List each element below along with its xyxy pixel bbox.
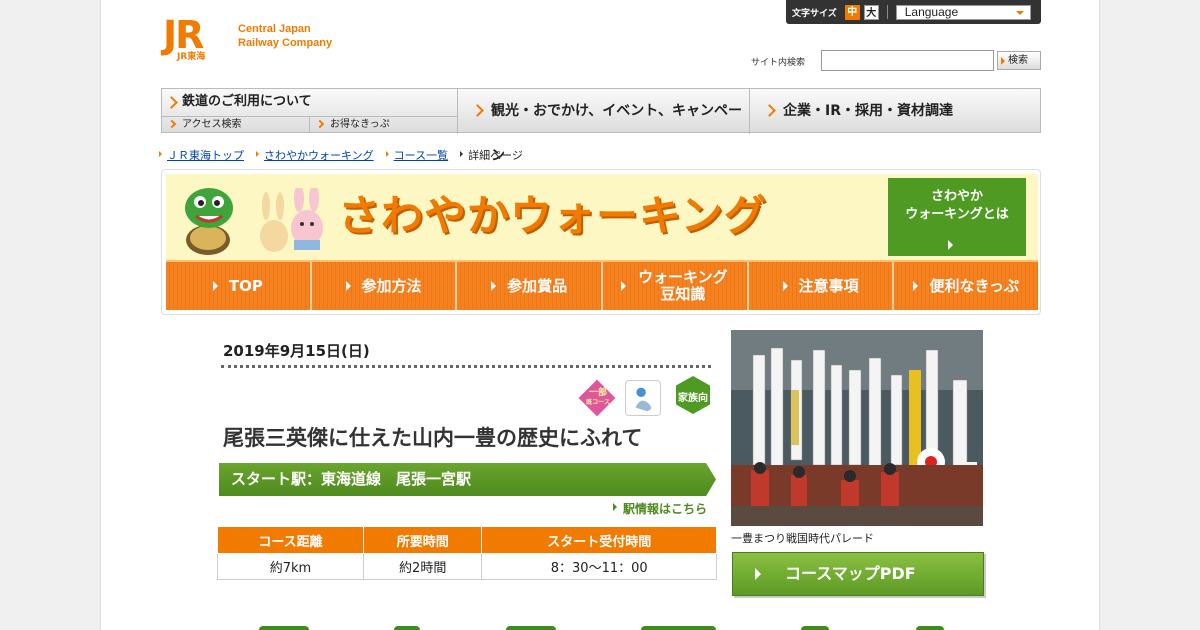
nav-tourism[interactable]: 観光・おでかけ、イベント、キャンペーン bbox=[459, 89, 750, 164]
walking-nav-tickets[interactable]: 便利なきっぷ bbox=[894, 262, 1039, 310]
chevron-right-icon bbox=[471, 104, 484, 117]
site-search-input[interactable] bbox=[821, 50, 994, 71]
walking-nav-tips-label: ウォーキング豆知識 bbox=[638, 268, 728, 303]
chevron-right-icon bbox=[165, 96, 178, 109]
header-start-time: スタート受付時間 bbox=[481, 526, 717, 554]
bottom-icon-partial bbox=[394, 626, 420, 630]
table-header-row: コース距離 所要時間 スタート受付時間 bbox=[217, 526, 717, 554]
breadcrumb: ＪＲ東海トップ さわやかウォーキング コース一覧 詳細ページ bbox=[159, 147, 523, 163]
table-row: 約7km 約2時間 8：30～11：00 bbox=[217, 553, 717, 580]
jr-central-logo[interactable]: JR JR東海 Central Japan Railway Company bbox=[163, 16, 353, 64]
course-map-pdf-button[interactable]: コースマップPDF bbox=[732, 552, 984, 596]
chevron-right-icon bbox=[167, 119, 177, 129]
header-distance: コース距離 bbox=[217, 526, 364, 554]
course-info-table: コース距離 所要時間 スタート受付時間 約7km 約2時間 8：30～11：00 bbox=[217, 526, 717, 580]
nav-railway-group: 鉄道のご利用について アクセス検索 お得なきっぷ bbox=[162, 89, 458, 134]
walking-nav-how-to-join-label: 参加方法 bbox=[361, 276, 422, 295]
nav-corporate-label: 企業・IR・採用・資材調達 bbox=[783, 103, 953, 119]
bottom-icon-partial bbox=[259, 626, 309, 630]
value-start-time: 8：30～11：00 bbox=[481, 553, 717, 580]
badge-partial-line1: 一部 bbox=[588, 388, 607, 398]
font-size-medium-button[interactable]: 中 bbox=[844, 4, 860, 20]
page: JR JR東海 Central Japan Railway Company 文字… bbox=[100, 0, 1100, 630]
site-search-label: サイト内検索 bbox=[751, 58, 806, 68]
jr-logo-sub: JR東海 bbox=[177, 52, 206, 62]
badge-partial-line2: 既コース bbox=[586, 399, 610, 406]
walking-banner: さわやかウォーキング さわやか ウォーキングとは TOP 参加方法 参加賞品 ウ… bbox=[161, 169, 1041, 315]
dotted-divider bbox=[221, 365, 711, 368]
photo-caption: 一豊まつり戦国時代パレード bbox=[731, 532, 874, 545]
partial-course-badge-text: 一部 既コース bbox=[581, 388, 615, 408]
breadcrumb-walking[interactable]: さわやかウォーキング bbox=[256, 147, 374, 163]
global-nav: 鉄道のご利用について アクセス検索 お得なきっぷ 観光・おでかけ、イベント、キャ… bbox=[161, 88, 1041, 164]
bottom-icon-partial bbox=[916, 626, 944, 630]
family-badge-text: 家族向 bbox=[678, 393, 708, 404]
logo-text-line2: Railway Company bbox=[238, 37, 333, 49]
banner-title: さわやかウォーキング bbox=[338, 191, 767, 240]
arrow-right-icon bbox=[782, 281, 793, 291]
walking-nav-prizes-label: 参加賞品 bbox=[507, 276, 568, 295]
font-size-large-button[interactable]: 大 bbox=[863, 4, 879, 20]
arrow-right-icon bbox=[913, 281, 923, 291]
walker-badge-icon bbox=[625, 380, 661, 416]
course-date: 2019年9月15日(日) bbox=[223, 342, 370, 360]
walking-nav-tips[interactable]: ウォーキング豆知識 bbox=[603, 262, 749, 310]
value-distance: 約7km bbox=[217, 553, 364, 580]
breadcrumb-current: 詳細ページ bbox=[460, 147, 523, 163]
font-size-label: 文字サイズ bbox=[792, 8, 837, 19]
course-title: 尾張三英傑に仕えた山内一豊の歴史にふれて bbox=[223, 426, 643, 450]
breadcrumb-jr-top[interactable]: ＪＲ東海トップ bbox=[159, 147, 244, 163]
header-duration: 所要時間 bbox=[362, 526, 483, 554]
bottom-icon-partial bbox=[801, 626, 829, 630]
about-walking-line2: ウォーキングとは bbox=[905, 207, 1009, 222]
walking-nav-prizes[interactable]: 参加賞品 bbox=[457, 262, 604, 310]
divider bbox=[886, 5, 888, 19]
arrow-right-icon bbox=[491, 281, 501, 291]
value-duration: 約2時間 bbox=[362, 553, 483, 580]
arrow-right-icon bbox=[212, 281, 223, 291]
nav-tourism-label: 観光・おでかけ、イベント、キャンペーン bbox=[491, 103, 743, 164]
utility-bar: 文字サイズ 中 大 Language bbox=[786, 0, 1041, 24]
bottom-icon-partial bbox=[641, 626, 716, 630]
walking-nav: TOP 参加方法 参加賞品 ウォーキング豆知識 注意事項 便利なきっぷ bbox=[166, 260, 1039, 310]
walking-nav-notes[interactable]: 注意事項 bbox=[748, 262, 895, 310]
arrow-right-icon bbox=[620, 281, 631, 291]
breadcrumb-course-list[interactable]: コース一覧 bbox=[385, 147, 448, 163]
bottom-icon-partial bbox=[506, 626, 556, 630]
station-info-link[interactable]: 駅情報はこちら bbox=[613, 500, 707, 517]
chevron-right-icon bbox=[315, 119, 325, 129]
walking-nav-top-label: TOP bbox=[228, 276, 263, 295]
nav-access-search-label: アクセス検索 bbox=[182, 119, 242, 130]
nav-railway-usage[interactable]: 鉄道のご利用について bbox=[162, 89, 458, 117]
walking-nav-how-to-join[interactable]: 参加方法 bbox=[311, 262, 458, 310]
search-button[interactable]: 検索 bbox=[997, 51, 1041, 70]
parade-photo bbox=[731, 330, 983, 526]
about-walking-button[interactable]: さわやか ウォーキングとは bbox=[888, 178, 1026, 256]
logo-company-name: Central Japan Railway Company bbox=[238, 22, 332, 50]
jr-logo-mark: JR bbox=[163, 13, 204, 57]
nav-corporate[interactable]: 企業・IR・採用・資材調達 bbox=[751, 89, 1041, 134]
start-station-bar: スタート駅：東海道線 尾張一宮駅 bbox=[219, 463, 716, 496]
frog-mascot-icon bbox=[185, 188, 233, 255]
banner-header: さわやかウォーキング さわやか ウォーキングとは bbox=[166, 174, 1038, 260]
rabbit-mascots-icon bbox=[260, 188, 323, 252]
nav-railway-usage-label: 鉄道のご利用について bbox=[182, 94, 312, 109]
walking-nav-notes-label: 注意事項 bbox=[798, 276, 859, 295]
walking-nav-tickets-label: 便利なきっぷ bbox=[929, 276, 1019, 295]
nav-discount-tickets-label: お得なきっぷ bbox=[330, 119, 390, 130]
language-select[interactable]: Language bbox=[895, 4, 1031, 20]
logo-text-line1: Central Japan bbox=[238, 23, 311, 35]
chevron-right-icon bbox=[763, 104, 776, 117]
nav-access-search[interactable]: アクセス検索 bbox=[162, 117, 310, 133]
nav-discount-tickets[interactable]: お得なきっぷ bbox=[310, 117, 458, 133]
arrow-right-icon bbox=[345, 281, 356, 291]
walking-nav-top[interactable]: TOP bbox=[166, 262, 312, 310]
about-walking-line1: さわやか bbox=[930, 189, 983, 204]
